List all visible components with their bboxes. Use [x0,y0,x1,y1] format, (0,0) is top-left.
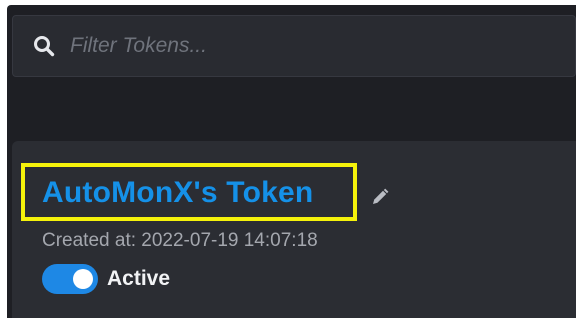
status-label: Active [107,267,171,290]
active-toggle[interactable] [42,264,98,294]
token-name[interactable]: AutoMonX's Token [42,176,313,210]
created-at-text: Created at: 2022-07-19 14:07:18 [42,230,318,251]
toggle-knob [73,269,93,289]
status-row: Active [42,264,170,294]
token-card: AutoMonX's Token Created at: 2022-07-19 … [12,141,576,318]
filter-tokens-bar [12,15,576,77]
filter-tokens-input[interactable] [70,16,575,76]
app-window: AutoMonX's Token Created at: 2022-07-19 … [7,5,576,318]
search-icon [32,34,56,58]
pencil-icon[interactable] [370,187,390,207]
